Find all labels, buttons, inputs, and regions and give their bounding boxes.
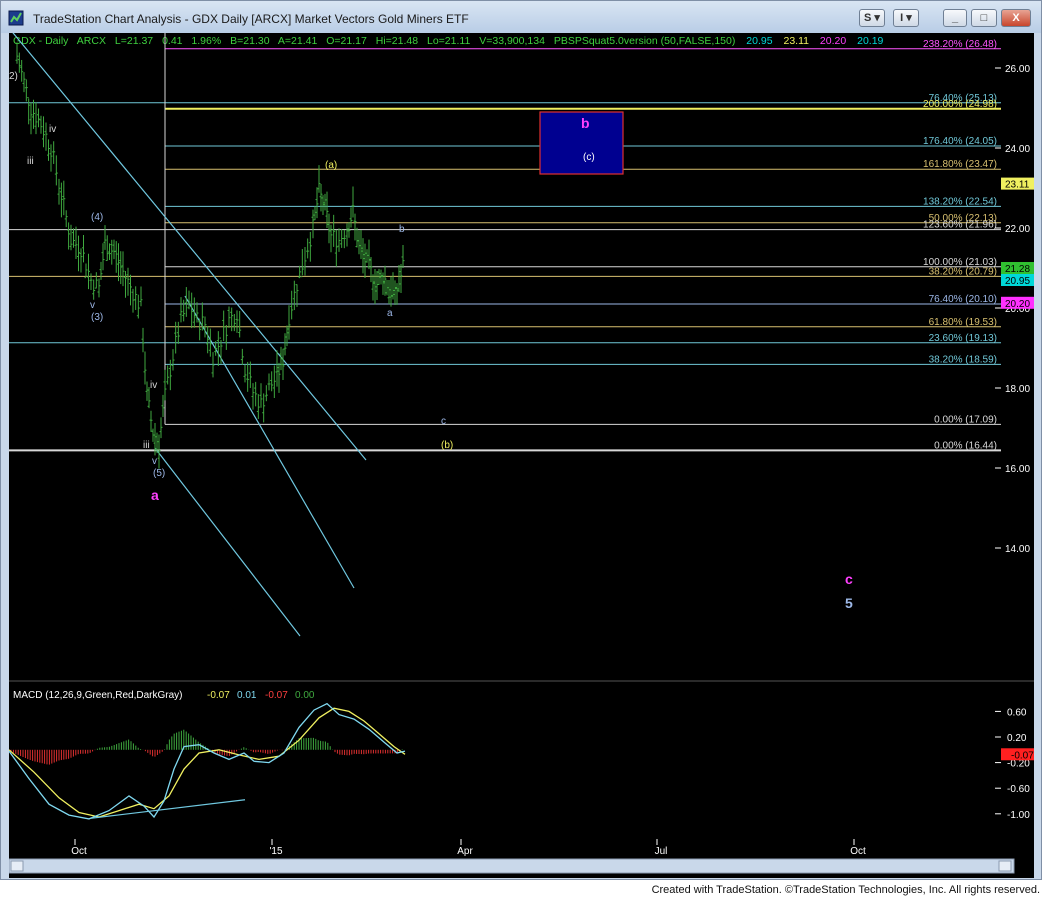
header-study: PBSPSquat5.0version (50,FALSE,150)	[554, 35, 736, 47]
wave-label: v	[90, 300, 95, 311]
macd-value: -0.07	[265, 690, 288, 701]
fib-level-label: 38.20% (18.59)	[929, 354, 997, 365]
price-tick-label: 16.00	[1005, 464, 1030, 475]
wave-label: iii	[143, 440, 150, 451]
fib-level-label: 238.20% (26.48)	[923, 39, 997, 50]
wave-label: c	[441, 416, 446, 427]
wave-label: (c)	[583, 152, 595, 163]
maximize-icon: □	[980, 12, 988, 24]
x-tick-label: '15	[269, 846, 282, 857]
horizontal-scrollbar[interactable]	[9, 858, 1015, 874]
fib-level-label: 161.80% (23.47)	[923, 159, 997, 170]
x-tick-label: Oct	[850, 846, 866, 857]
wave-label: (3)	[91, 312, 103, 323]
macd-title: MACD (12,26,9,Green,Red,DarkGray)	[13, 690, 183, 701]
header-symbol: GDX - Daily	[13, 35, 69, 47]
macd-value: 0.00	[295, 690, 315, 701]
fib-level-label: 76.40% (20.10)	[929, 294, 997, 305]
chart-background	[9, 33, 1034, 878]
fib-level-label: 61.80% (19.53)	[929, 317, 997, 328]
wave-label: (4)	[91, 212, 103, 223]
header-open: O=21.17	[326, 35, 367, 47]
fib-level-label: 200.00% (24.98)	[923, 99, 997, 110]
wave-degree-label: c	[845, 571, 853, 587]
close-icon: X	[1012, 12, 1020, 24]
macd-tick-label: 0.20	[1007, 733, 1027, 744]
tradestation-app-icon	[8, 10, 24, 26]
header-ask: A=21.41	[278, 35, 318, 47]
study-value-2: 23.11	[783, 35, 809, 47]
wave-degree-label: 5	[845, 595, 853, 611]
minimize-button[interactable]: _	[943, 9, 967, 27]
header-exchange: ARCX	[77, 35, 106, 47]
wave-label: (a)	[325, 160, 337, 171]
wave-label: (5)	[153, 468, 165, 479]
wave-label: (b)	[441, 440, 453, 451]
wave-label: iv	[49, 124, 56, 135]
minimize-icon: _	[951, 12, 959, 24]
fib-level-label: 23.60% (19.13)	[929, 333, 997, 344]
header-last: L=21.37	[115, 35, 153, 47]
price-tick-label: 14.00	[1005, 544, 1030, 555]
study-value-1: 20.95	[746, 35, 772, 47]
indicator-link-label: I	[900, 12, 904, 24]
header-low: Lo=21.11	[427, 35, 470, 47]
macd-value: -0.07	[207, 690, 230, 701]
header-high: Hi=21.48	[376, 35, 418, 47]
header-line: GDX - Daily ARCX L=21.37 0.41 1.96% B=21…	[13, 35, 884, 47]
indicator-link-button[interactable]: I ▾	[893, 9, 919, 27]
chart-canvas[interactable]: GDX - Daily ARCX L=21.37 0.41 1.96% B=21…	[9, 33, 1034, 878]
price-marker-label: 20.95	[1005, 276, 1030, 287]
macd-tick-label: 0.60	[1007, 707, 1027, 718]
price-tick-label: 18.00	[1005, 384, 1030, 395]
price-marker-label: 23.11	[1005, 180, 1030, 191]
wave-degree-label: b	[581, 115, 590, 131]
price-tick-label: 26.00	[1005, 64, 1030, 75]
price-tick-label: 22.00	[1005, 224, 1030, 235]
symbol-link-button[interactable]: S ▾	[859, 9, 885, 27]
window-title: TradeStation Chart Analysis - GDX Daily …	[33, 12, 469, 26]
fib-level-label: 123.60% (21.96)	[923, 220, 997, 231]
wave-label: b	[399, 224, 405, 235]
header-volume: V=33,900,134	[479, 35, 545, 47]
fib-level-label: 176.40% (24.05)	[923, 136, 997, 147]
wave-degree-label: a	[151, 487, 159, 503]
chart-window: TradeStation Chart Analysis - GDX Daily …	[0, 0, 1042, 880]
wave-label: a	[387, 308, 393, 319]
macd-tick-label: -0.60	[1007, 784, 1030, 795]
header-bid: B=21.30	[230, 35, 270, 47]
scroll-left-button[interactable]	[10, 860, 24, 872]
price-tick-label: 24.00	[1005, 144, 1030, 155]
macd-current-label: -0.07	[1011, 750, 1034, 761]
study-value-3: 20.20	[820, 35, 846, 47]
macd-value: 0.01	[237, 690, 257, 701]
price-marker-label: 21.28	[1005, 264, 1030, 275]
close-button[interactable]: X	[1001, 9, 1031, 27]
wave-label: iii	[27, 156, 34, 167]
macd-tick-label: -1.00	[1007, 810, 1030, 821]
offscreen-wave-label: 2)	[9, 71, 18, 82]
header-change-pct: 1.96%	[191, 35, 221, 47]
fib-level-label: 38.20% (20.79)	[929, 266, 997, 277]
fib-level-label: 0.00% (17.09)	[934, 414, 997, 425]
wave-label: iv	[150, 380, 157, 391]
title-bar[interactable]: TradeStation Chart Analysis - GDX Daily …	[1, 1, 1041, 33]
x-tick-label: Jul	[655, 846, 668, 857]
wave-label: v	[152, 456, 157, 467]
scroll-right-button[interactable]	[998, 860, 1012, 872]
credit-text: Created with TradeStation. ©TradeStation…	[651, 884, 1040, 896]
x-tick-label: Oct	[71, 846, 87, 857]
x-tick-label: Apr	[457, 846, 473, 857]
fib-level-label: 0.00% (16.44)	[934, 440, 997, 451]
price-marker-label: 20.20	[1005, 299, 1030, 310]
fib-level-label: 138.20% (22.54)	[923, 196, 997, 207]
study-value-4: 20.19	[857, 35, 883, 47]
symbol-link-label: S	[864, 12, 872, 24]
maximize-button[interactable]: □	[971, 9, 997, 27]
